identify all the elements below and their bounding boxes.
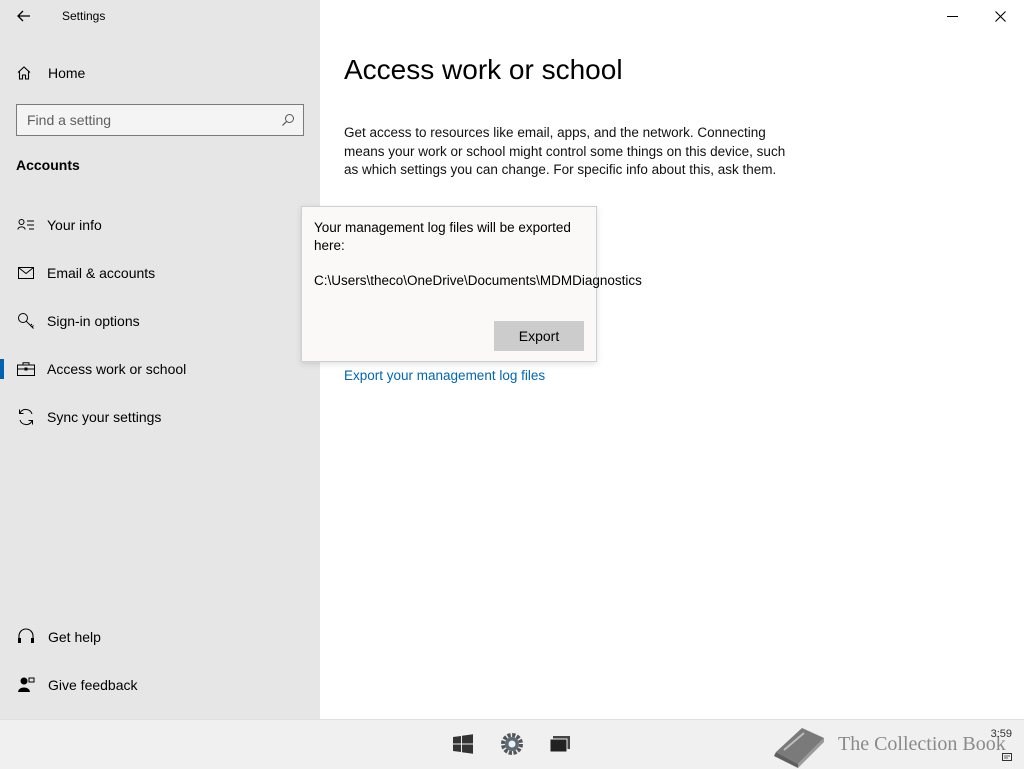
export-flyout: Your management log files will be export… <box>301 206 642 362</box>
section-title: Accounts <box>16 157 80 173</box>
flyout-message: Your management log files will be export… <box>314 220 571 253</box>
sidebar-item-label: Sync your settings <box>47 409 162 425</box>
app-title: Settings <box>62 9 106 23</box>
minimize-icon <box>946 15 958 17</box>
home-nav-item[interactable]: Home <box>16 61 85 85</box>
search-box[interactable] <box>16 104 304 136</box>
sidebar-item-sync-settings[interactable]: Sync your settings <box>0 397 320 437</box>
windows-logo-icon <box>453 734 473 754</box>
feedback-icon <box>15 676 37 694</box>
clock: 3:59 <box>990 728 1012 740</box>
search-input[interactable] <box>17 105 273 135</box>
sidebar-item-label: Sign-in options <box>47 313 140 329</box>
sidebar-item-label: Email & accounts <box>47 265 156 281</box>
start-button[interactable] <box>449 730 477 758</box>
help-icon <box>15 628 37 646</box>
book-icon <box>774 727 824 768</box>
sidebar-item-label: Your info <box>47 217 102 233</box>
close-icon <box>994 10 1006 22</box>
settings-taskbar-button[interactable] <box>498 730 526 758</box>
minimize-button[interactable] <box>929 0 975 32</box>
get-help-label: Get help <box>48 629 101 645</box>
back-button[interactable] <box>12 4 36 28</box>
home-icon <box>17 66 31 80</box>
sync-icon <box>15 408 37 426</box>
notification-button[interactable] <box>1002 750 1012 768</box>
home-label: Home <box>48 65 86 81</box>
give-feedback-label: Give feedback <box>48 677 138 693</box>
sidebar-item-access-work-or-school[interactable]: Access work or school <box>0 349 320 389</box>
briefcase-icon <box>15 362 37 376</box>
sidebar-item-email-accounts[interactable]: Email & accounts <box>0 253 320 293</box>
search-icon[interactable] <box>273 113 303 127</box>
back-arrow-icon <box>17 10 30 22</box>
watermark: The Collection Book <box>772 720 1006 769</box>
mail-icon <box>15 267 37 279</box>
task-view-icon <box>549 736 570 753</box>
notification-icon <box>1002 753 1012 761</box>
export-button[interactable]: Export <box>494 321 584 351</box>
task-view-button[interactable] <box>546 730 574 758</box>
sidebar-item-your-info[interactable]: Your info <box>0 205 320 245</box>
sidebar: Settings Home Accounts Your info <box>0 0 320 720</box>
taskbar: The Collection Book 3:59 <box>0 719 1024 769</box>
get-help-link[interactable]: Get help <box>0 619 320 655</box>
gear-icon <box>501 733 523 755</box>
watermark-text: The Collection Book <box>838 733 1006 755</box>
export-management-log-link[interactable]: Export your management log files <box>344 368 545 383</box>
flyout-export-path: C:\Users\theco\OneDrive\Documents\MDMDia… <box>314 273 642 288</box>
key-icon <box>15 312 37 330</box>
sidebar-item-label: Access work or school <box>47 361 187 377</box>
page-title: Access work or school <box>344 54 623 85</box>
give-feedback-link[interactable]: Give feedback <box>0 667 320 703</box>
sidebar-item-sign-in-options[interactable]: Sign-in options <box>0 301 320 341</box>
person-card-icon <box>15 218 37 232</box>
close-button[interactable] <box>977 0 1023 32</box>
page-description: Get access to resources like email, apps… <box>344 125 786 177</box>
